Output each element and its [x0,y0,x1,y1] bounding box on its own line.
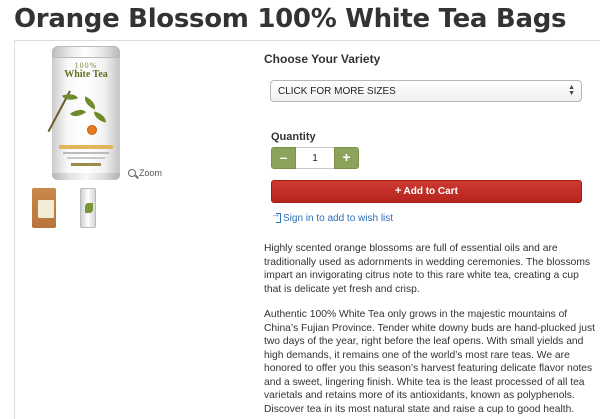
variety-heading: Choose Your Variety [264,52,381,66]
sign-in-icon [271,209,281,223]
tin-leaf [92,111,108,123]
bag-image [32,188,56,228]
variety-select-wrapper[interactable]: CLICK FOR MORE SIZES ▲ ▼ [270,80,582,102]
tin-label-band [59,145,113,149]
tin-brand-big: White Tea [64,69,108,80]
tin-image [80,188,96,228]
tin-leaf [81,96,99,110]
add-to-cart-label: Add to Cart [403,186,458,197]
bag-label [38,200,54,218]
tin-base [52,173,120,180]
add-to-cart-button[interactable]: + Add to Cart [271,180,582,203]
tin-brand-script [71,163,101,166]
quantity-decrease-button[interactable]: – [271,147,296,169]
page-title: Orange Blossom 100% White Tea Bags [14,4,567,34]
plus-icon: + [395,185,402,197]
magnifier-icon [128,169,136,177]
tin-orange [87,125,97,135]
tin-leaf [69,105,87,121]
variety-select[interactable]: CLICK FOR MORE SIZES [271,81,581,102]
description-paragraph-2: Authentic 100% White Tea only grows in t… [264,309,596,415]
zoom-link[interactable]: Zoom [128,168,162,178]
tin-thumbnail[interactable] [74,188,102,230]
description-paragraph-1: Highly scented orange blossoms are full … [264,243,591,295]
tin-lid [52,46,120,58]
zoom-label: Zoom [139,168,163,178]
tin-label-line [63,152,109,154]
tin-mark [85,203,93,213]
quantity-increase-button[interactable]: + [334,147,359,169]
bag-thumbnail[interactable] [30,188,58,230]
tin-label-line [67,157,105,159]
product-main-image[interactable]: 100% White Tea [47,46,120,180]
wishlist-link[interactable]: Sign in to add to wish list [271,209,394,224]
wishlist-label: Sign in to add to wish list [283,213,394,224]
quantity-label: Quantity [271,131,316,143]
quantity-input[interactable] [296,147,334,169]
